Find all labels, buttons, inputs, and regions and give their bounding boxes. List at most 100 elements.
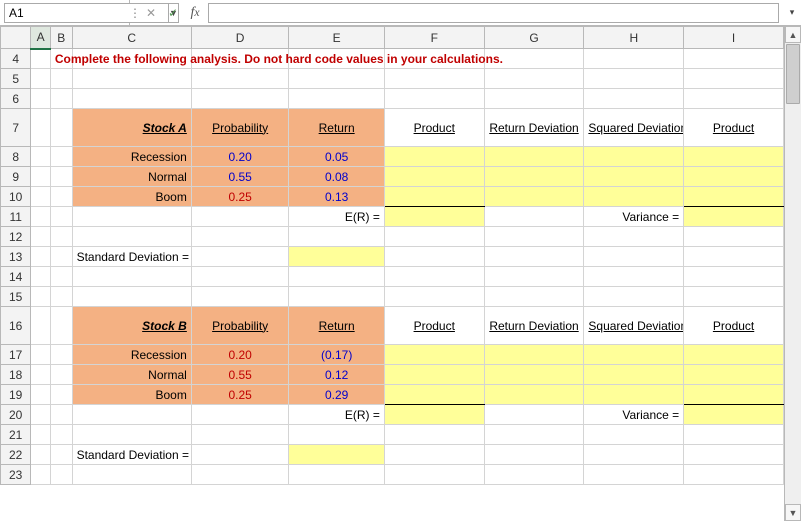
- col-header-A[interactable]: A: [31, 27, 51, 49]
- cell-input[interactable]: [584, 365, 684, 385]
- cell-input[interactable]: [584, 385, 684, 405]
- enter-icon[interactable]: ✓: [162, 0, 184, 25]
- cell-input[interactable]: [384, 365, 484, 385]
- cell[interactable]: Normal: [72, 167, 191, 187]
- row-header[interactable]: 4: [1, 49, 31, 69]
- cell-input[interactable]: [684, 385, 784, 405]
- instruction-cell[interactable]: Complete the following analysis. Do not …: [50, 49, 72, 69]
- row-header[interactable]: 10: [1, 187, 31, 207]
- cell[interactable]: Normal: [72, 365, 191, 385]
- cell[interactable]: Standard Deviation =: [72, 247, 191, 267]
- cell-input[interactable]: [684, 345, 784, 365]
- row-header[interactable]: 9: [1, 167, 31, 187]
- cell-input[interactable]: [384, 207, 484, 227]
- cell[interactable]: 0.25: [191, 187, 289, 207]
- select-all-corner[interactable]: [1, 27, 31, 49]
- col-header-C[interactable]: C: [72, 27, 191, 49]
- cell-input[interactable]: [684, 147, 784, 167]
- cell[interactable]: 0.05: [289, 147, 384, 167]
- cell-input[interactable]: [584, 345, 684, 365]
- cell-input[interactable]: [484, 385, 584, 405]
- row-header[interactable]: 14: [1, 267, 31, 287]
- cell[interactable]: Return Deviation: [484, 307, 584, 345]
- cell[interactable]: Boom: [72, 385, 191, 405]
- row-header[interactable]: 15: [1, 287, 31, 307]
- cell-input[interactable]: [484, 147, 584, 167]
- col-header-E[interactable]: E: [289, 27, 384, 49]
- cell[interactable]: 0.25: [191, 385, 289, 405]
- col-header-B[interactable]: B: [50, 27, 72, 49]
- scroll-thumb[interactable]: [786, 44, 800, 104]
- cell[interactable]: 0.20: [191, 345, 289, 365]
- row-header[interactable]: 8: [1, 147, 31, 167]
- scroll-up-icon[interactable]: ▲: [785, 26, 801, 43]
- cell[interactable]: 0.12: [289, 365, 384, 385]
- cell[interactable]: Probability: [191, 307, 289, 345]
- cell[interactable]: 0.08: [289, 167, 384, 187]
- col-header-H[interactable]: H: [584, 27, 684, 49]
- col-header-D[interactable]: D: [191, 27, 289, 49]
- row-header[interactable]: 19: [1, 385, 31, 405]
- formula-expand-icon[interactable]: ▾: [783, 0, 801, 25]
- formula-input[interactable]: [208, 3, 779, 23]
- cell-input[interactable]: [484, 365, 584, 385]
- cell[interactable]: Stock A: [72, 109, 191, 147]
- cell[interactable]: Product: [384, 109, 484, 147]
- scroll-down-icon[interactable]: ▼: [785, 504, 801, 521]
- cell[interactable]: 0.13: [289, 187, 384, 207]
- cell[interactable]: Return: [289, 109, 384, 147]
- cell-input[interactable]: [384, 167, 484, 187]
- row-header[interactable]: 20: [1, 405, 31, 425]
- cell[interactable]: Variance =: [584, 207, 684, 227]
- row-header[interactable]: 18: [1, 365, 31, 385]
- cancel-icon[interactable]: ✕: [140, 0, 162, 25]
- row-header[interactable]: 16: [1, 307, 31, 345]
- cell-input[interactable]: [584, 187, 684, 207]
- cell-input[interactable]: [684, 405, 784, 425]
- cell[interactable]: Probability: [191, 109, 289, 147]
- cell-input[interactable]: [384, 385, 484, 405]
- cell[interactable]: Recession: [72, 345, 191, 365]
- cell[interactable]: 0.55: [191, 365, 289, 385]
- cell-input[interactable]: [289, 247, 384, 267]
- row-header[interactable]: 23: [1, 465, 31, 485]
- cell[interactable]: 0.55: [191, 167, 289, 187]
- cell-input[interactable]: [684, 187, 784, 207]
- cell-input[interactable]: [584, 147, 684, 167]
- col-header-I[interactable]: I: [684, 27, 784, 49]
- row-header[interactable]: 22: [1, 445, 31, 465]
- row-header[interactable]: 7: [1, 109, 31, 147]
- cell-input[interactable]: [484, 187, 584, 207]
- cell-input[interactable]: [684, 365, 784, 385]
- col-header-G[interactable]: G: [484, 27, 584, 49]
- cell[interactable]: E(R) =: [289, 207, 384, 227]
- grid[interactable]: A B C D E F G H I 4: [0, 26, 784, 521]
- cell[interactable]: Standard Deviation =: [72, 445, 191, 465]
- row-header[interactable]: 21: [1, 425, 31, 445]
- cell-input[interactable]: [584, 167, 684, 187]
- cell[interactable]: E(R) =: [289, 405, 384, 425]
- vertical-scrollbar[interactable]: ▲ ▼: [784, 26, 801, 521]
- cell-input[interactable]: [384, 345, 484, 365]
- cell[interactable]: Boom: [72, 187, 191, 207]
- row-header[interactable]: 5: [1, 69, 31, 89]
- row-header[interactable]: 11: [1, 207, 31, 227]
- cell[interactable]: Product: [684, 109, 784, 147]
- cell[interactable]: Recession: [72, 147, 191, 167]
- col-header-F[interactable]: F: [384, 27, 484, 49]
- cell[interactable]: Squared Deviation: [584, 307, 684, 345]
- cell[interactable]: Product: [684, 307, 784, 345]
- row-header[interactable]: 13: [1, 247, 31, 267]
- cell[interactable]: 0.20: [191, 147, 289, 167]
- row-header[interactable]: 6: [1, 89, 31, 109]
- cell-input[interactable]: [384, 405, 484, 425]
- cell-input[interactable]: [484, 345, 584, 365]
- fx-icon[interactable]: fx: [184, 0, 206, 25]
- cell-input[interactable]: [684, 167, 784, 187]
- cell[interactable]: Return Deviation: [484, 109, 584, 147]
- cell[interactable]: Variance =: [584, 405, 684, 425]
- cell[interactable]: Stock B: [72, 307, 191, 345]
- cell[interactable]: Product: [384, 307, 484, 345]
- cell[interactable]: Return: [289, 307, 384, 345]
- cell[interactable]: Squared Deviation: [584, 109, 684, 147]
